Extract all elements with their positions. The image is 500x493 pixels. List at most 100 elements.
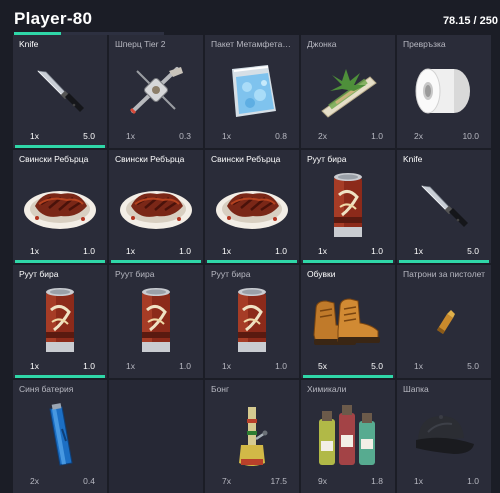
- item-quantity: 1x: [30, 246, 39, 256]
- item-quantity: 1x: [30, 361, 39, 371]
- item-name: Свински Ребърца: [211, 154, 281, 164]
- inventory-slot[interactable]: Бонг 7x 17.5: [205, 380, 299, 493]
- item-weight: 5.0: [467, 246, 479, 256]
- ribs-plate-icon: [21, 178, 99, 234]
- inventory-slot[interactable]: Свински Ребърца 1x 1.0: [205, 150, 299, 263]
- item-quantity: 1x: [222, 246, 231, 256]
- inventory-slot[interactable]: Обувки 5x 5.0: [301, 265, 395, 378]
- inventory-slot[interactable]: Свински Ребърца 1x 1.0: [13, 150, 107, 263]
- durability-bar: [15, 375, 105, 378]
- item-weight: 0.4: [83, 476, 95, 486]
- durability-bar: [111, 260, 201, 263]
- item-name: Knife: [19, 39, 39, 49]
- item-quantity: 2x: [318, 131, 327, 141]
- inventory-grid: Knife 1x 5.0 Шперц Tier 2 1x 0.3 Пакет Метамфе…: [13, 35, 491, 493]
- item-weight: 0.8: [275, 131, 287, 141]
- bong-icon: [235, 403, 269, 469]
- inventory-slot[interactable]: Шапка 1x 1.0: [397, 380, 491, 493]
- item-name: Бонг: [211, 384, 230, 394]
- inventory-slot[interactable]: Руут бира 1x 1.0: [205, 265, 299, 378]
- item-name: Шапка: [403, 384, 429, 394]
- boots-icon: [308, 291, 388, 351]
- knife-icon: [416, 178, 472, 234]
- durability-bar: [399, 260, 489, 263]
- item-weight: 1.0: [371, 246, 383, 256]
- blue-battery-icon: [40, 401, 80, 471]
- item-weight: 1.8: [371, 476, 383, 486]
- item-name: Шперц Tier 2: [115, 39, 166, 49]
- durability-bar: [303, 375, 393, 378]
- item-quantity: 1x: [414, 476, 423, 486]
- inventory-slot[interactable]: Knife 1x 5.0: [397, 150, 491, 263]
- item-quantity: 7x: [222, 476, 231, 486]
- inventory-slot[interactable]: Knife 1x 5.0: [13, 35, 107, 148]
- root-beer-can-icon: [42, 286, 78, 356]
- item-quantity: 1x: [414, 361, 423, 371]
- inventory-slot[interactable]: Превръзка 2x 10.0: [397, 35, 491, 148]
- durability-bar: [15, 260, 105, 263]
- item-quantity: 1x: [126, 361, 135, 371]
- item-name: Руут бира: [115, 269, 155, 279]
- item-weight: 1.0: [179, 361, 191, 371]
- inventory-slot[interactable]: Патрони за пистолет 1x 5.0: [397, 265, 491, 378]
- item-weight: 1.0: [275, 246, 287, 256]
- item-name: Превръзка: [403, 39, 446, 49]
- item-weight: 5.0: [83, 131, 95, 141]
- item-weight: 0.3: [179, 131, 191, 141]
- inventory-slot[interactable]: Химикали 9x 1.8: [301, 380, 395, 493]
- item-quantity: 1x: [126, 131, 135, 141]
- item-weight: 1.0: [371, 131, 383, 141]
- inventory-slot[interactable]: Джонка 2x 1.0: [301, 35, 395, 148]
- item-name: Свински Ребърца: [19, 154, 89, 164]
- lockpick-icon: [125, 63, 187, 119]
- inventory-slot[interactable]: Руут бира 1x 1.0: [13, 265, 107, 378]
- item-weight: 10.0: [462, 131, 479, 141]
- inventory-slot[interactable]: Руут бира 1x 1.0: [109, 265, 203, 378]
- item-name: Руут бира: [211, 269, 251, 279]
- root-beer-can-icon: [138, 286, 174, 356]
- knife-icon: [32, 63, 88, 119]
- item-name: Химикали: [307, 384, 347, 394]
- inventory-slot[interactable]: Свински Ребърца 1x 1.0: [109, 150, 203, 263]
- item-weight: 1.0: [179, 246, 191, 256]
- item-weight: 1.0: [275, 361, 287, 371]
- chemicals-icon: [313, 401, 383, 471]
- item-quantity: 1x: [222, 361, 231, 371]
- inventory-slot[interactable]: Синя батерия 2x 0.4: [13, 380, 107, 493]
- inventory-header: Player-80 78.15 / 250: [0, 0, 500, 36]
- item-name: Джонка: [307, 39, 337, 49]
- cap-icon: [408, 408, 480, 464]
- item-quantity: 5x: [318, 361, 327, 371]
- item-name: Обувки: [307, 269, 336, 279]
- item-quantity: 1x: [222, 131, 231, 141]
- ribs-plate-icon: [117, 178, 195, 234]
- item-weight: 5.0: [467, 361, 479, 371]
- inventory-slot-empty[interactable]: [109, 380, 203, 493]
- item-name: Руут бира: [307, 154, 347, 164]
- item-name: Knife: [403, 154, 423, 164]
- inventory-slot[interactable]: Шперц Tier 2 1x 0.3: [109, 35, 203, 148]
- weight-readout: 78.15 / 250: [442, 15, 498, 27]
- item-weight: 5.0: [371, 361, 383, 371]
- joint-icon: [316, 63, 380, 119]
- ribs-plate-icon: [213, 178, 291, 234]
- durability-bar: [303, 260, 393, 263]
- item-name: Пакет Метамфетамин: [211, 39, 295, 49]
- item-quantity: 2x: [414, 131, 423, 141]
- inventory-slot[interactable]: Руут бира 1x 1.0: [301, 150, 395, 263]
- item-name: Патрони за пистолет: [403, 269, 486, 279]
- item-quantity: 1x: [414, 246, 423, 256]
- inventory-slot[interactable]: Пакет Метамфетамин 1x 0.8: [205, 35, 299, 148]
- item-name: Свински Ребърца: [115, 154, 185, 164]
- bandage-roll-icon: [414, 63, 474, 119]
- meth-bag-icon: [222, 61, 282, 121]
- item-name: Синя батерия: [19, 384, 74, 394]
- item-quantity: 1x: [30, 131, 39, 141]
- root-beer-can-icon: [330, 171, 366, 241]
- item-weight: 1.0: [467, 476, 479, 486]
- item-quantity: 1x: [126, 246, 135, 256]
- item-weight: 17.5: [270, 476, 287, 486]
- item-name: Руут бира: [19, 269, 59, 279]
- item-weight: 1.0: [83, 361, 95, 371]
- durability-bar: [15, 145, 105, 148]
